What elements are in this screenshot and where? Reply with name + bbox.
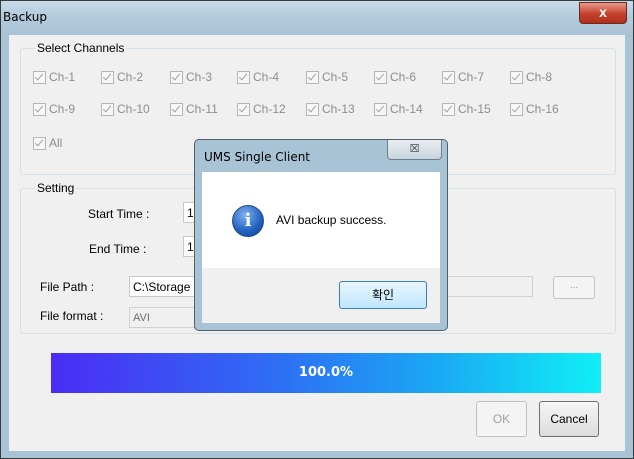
dialog-close-button[interactable]: ☒ <box>387 140 442 160</box>
channel-label: Ch-14 <box>390 102 423 116</box>
channel-label: Ch-3 <box>186 70 213 84</box>
file-format-select[interactable]: AVI <box>129 307 195 328</box>
checkbox-box[interactable] <box>374 102 387 116</box>
checkbox-box[interactable] <box>306 102 319 116</box>
channel-label: Ch-12 <box>253 102 286 116</box>
backup-progress-bar: 100.0% <box>51 353 601 393</box>
info-icon: i <box>232 205 264 237</box>
checkbox-box[interactable] <box>306 70 319 84</box>
checkbox-box[interactable] <box>101 102 114 116</box>
channel-checkbox[interactable]: Ch-15 <box>442 102 491 116</box>
select-channels-title: Select Channels <box>35 41 127 55</box>
channel-label: Ch-13 <box>322 102 355 116</box>
ok-button[interactable]: OK <box>476 401 527 437</box>
setting-title: Setting <box>35 181 77 195</box>
file-format-label: File format : <box>40 309 104 323</box>
channel-label: Ch-4 <box>253 70 280 84</box>
channel-checkbox[interactable]: Ch-10 <box>101 102 150 116</box>
file-path-display <box>445 276 533 297</box>
channel-checkbox[interactable]: Ch-4 <box>237 70 279 84</box>
dialog-body: i AVI backup success. 확인 <box>202 172 440 323</box>
checkbox-box[interactable] <box>170 70 183 84</box>
checkbox-box[interactable] <box>33 102 46 116</box>
window-frame-left <box>1 35 9 451</box>
channel-label: Ch-2 <box>117 70 144 84</box>
dialog-footer: 확인 <box>202 268 440 323</box>
channel-label: Ch-9 <box>49 102 76 116</box>
channel-checkbox[interactable]: Ch-7 <box>442 70 484 84</box>
channel-label: Ch-1 <box>49 70 76 84</box>
checkbox-box[interactable] <box>510 70 523 84</box>
title-bar[interactable]: Backup x <box>1 1 633 35</box>
browse-button[interactable]: ... <box>553 276 595 299</box>
window-title: Backup <box>3 10 47 24</box>
channel-label: Ch-6 <box>390 70 417 84</box>
channel-label: Ch-11 <box>186 102 218 116</box>
checkbox-box[interactable] <box>170 102 183 116</box>
channel-checkbox[interactable]: Ch-3 <box>170 70 212 84</box>
checkbox-box[interactable] <box>237 102 250 116</box>
checkbox-box[interactable] <box>237 70 250 84</box>
checkbox-box[interactable] <box>33 70 46 84</box>
checkbox-all-box[interactable] <box>33 136 46 150</box>
channel-checkbox[interactable]: Ch-5 <box>306 70 348 84</box>
end-time-label: End Time : <box>89 242 147 256</box>
channel-label: Ch-15 <box>458 102 491 116</box>
window-frame-right <box>625 35 633 451</box>
channel-checkbox[interactable]: Ch-1 <box>33 70 75 84</box>
channel-checkbox[interactable]: Ch-9 <box>33 102 75 116</box>
channel-checkbox[interactable]: Ch-11 <box>170 102 218 116</box>
dialog-message: AVI backup success. <box>276 213 387 227</box>
dialog-title: UMS Single Client <box>204 150 311 164</box>
checkbox-all[interactable]: All <box>33 136 62 150</box>
channel-label: Ch-16 <box>526 102 559 116</box>
channel-checkbox[interactable]: Ch-8 <box>510 70 552 84</box>
cancel-button[interactable]: Cancel <box>539 401 599 437</box>
confirm-button[interactable]: 확인 <box>339 281 427 309</box>
channel-label: Ch-8 <box>526 70 553 84</box>
channel-checkbox[interactable]: Ch-16 <box>510 102 559 116</box>
channel-label: Ch-5 <box>322 70 349 84</box>
checkbox-box[interactable] <box>374 70 387 84</box>
channel-checkbox[interactable]: Ch-14 <box>374 102 423 116</box>
file-path-label: File Path : <box>40 280 95 294</box>
checkbox-box[interactable] <box>510 102 523 116</box>
start-time-label: Start Time : <box>88 207 150 221</box>
file-path-input[interactable]: C:\Storage <box>129 276 195 297</box>
channel-label: Ch-7 <box>458 70 485 84</box>
close-button[interactable]: x <box>579 2 627 24</box>
channel-checkbox[interactable]: Ch-12 <box>237 102 286 116</box>
checkbox-box[interactable] <box>101 70 114 84</box>
checkbox-all-label: All <box>49 136 63 150</box>
channel-checkbox[interactable]: Ch-13 <box>306 102 355 116</box>
checkbox-box[interactable] <box>442 102 455 116</box>
channel-checkbox[interactable]: Ch-2 <box>101 70 143 84</box>
backup-window: Backup x Select Channels All Setting Sta… <box>0 0 634 459</box>
progress-label: 100.0% <box>298 365 354 380</box>
channel-label: Ch-10 <box>117 102 150 116</box>
window-frame-bottom <box>1 451 633 458</box>
channel-checkbox[interactable]: Ch-6 <box>374 70 416 84</box>
checkbox-box[interactable] <box>442 70 455 84</box>
message-dialog: UMS Single Client ☒ i AVI backup success… <box>194 139 448 331</box>
